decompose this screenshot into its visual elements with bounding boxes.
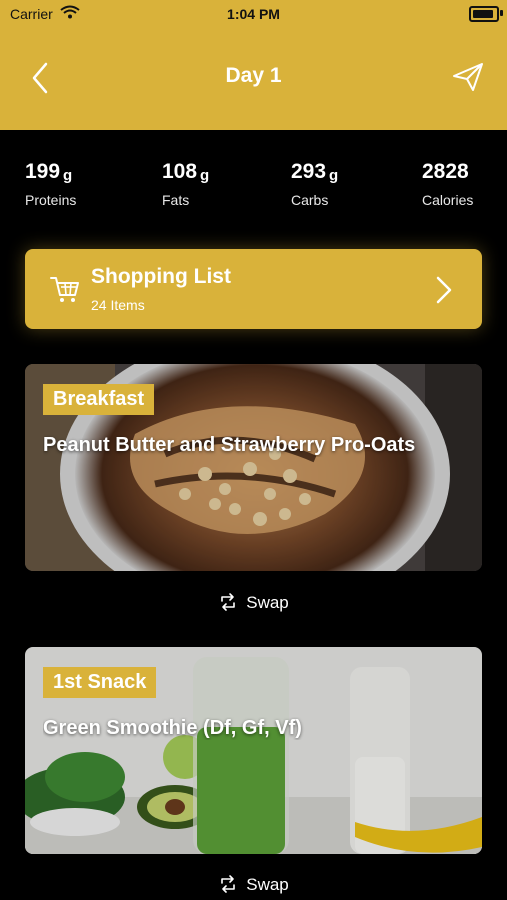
macro-label: Calories — [422, 192, 474, 208]
swap-button-breakfast[interactable]: Swap — [0, 592, 507, 613]
shopping-item-count: 24 Items — [91, 297, 145, 313]
macro-unit: g — [63, 167, 73, 184]
macro-unit: g — [200, 167, 210, 184]
shopping-list-title: Shopping List — [91, 265, 231, 288]
swap-label: Swap — [246, 593, 289, 612]
battery-icon — [469, 6, 499, 22]
meal-name: Green Smoothie (Df, Gf, Vf) — [43, 717, 302, 739]
nav-bar: Day 1 — [0, 30, 507, 130]
swap-icon — [221, 875, 236, 893]
macro-label: Fats — [162, 192, 190, 208]
meal-name: Peanut Butter and Strawberry Pro-Oats — [43, 434, 416, 456]
macro-value: 293 — [291, 160, 327, 183]
meal-card-snack[interactable]: 1st Snack Green Smoothie (Df, Gf, Vf) — [25, 647, 482, 854]
page-title: Day 1 — [225, 64, 282, 87]
macro-calories: 2828 Calories — [422, 160, 473, 208]
shopping-cart-icon — [50, 277, 79, 302]
macro-fats: 108 g Fats — [162, 160, 209, 208]
status-bar: Carrier 1:04 PM — [0, 0, 507, 30]
meal-type-tag: 1st Snack — [43, 667, 157, 698]
macro-value: 2828 — [422, 160, 469, 183]
macro-proteins: 199 g Proteins — [25, 160, 76, 208]
meal-type-tag: Breakfast — [43, 384, 155, 415]
macros-summary: 199 g Proteins 108 g Fats 293 g Carbs 2828 … — [0, 160, 507, 220]
battery-cap — [500, 10, 503, 16]
clock-time: 1:04 PM — [227, 6, 280, 22]
macro-label: Proteins — [25, 192, 77, 208]
swap-button-snack[interactable]: Swap — [0, 874, 507, 895]
macro-value: 199 — [25, 160, 61, 183]
macro-carbs: 293 g Carbs — [291, 160, 338, 208]
swap-label: Swap — [246, 875, 289, 894]
swap-icon — [221, 593, 236, 611]
macro-unit: g — [329, 167, 339, 184]
send-icon[interactable] — [451, 60, 485, 94]
chevron-right-icon — [436, 276, 452, 304]
shopping-list-button[interactable]: Shopping List 24 Items — [25, 249, 482, 329]
macro-value: 108 — [162, 160, 198, 183]
meal-card-breakfast[interactable]: Breakfast Peanut Butter and Strawberry P… — [25, 364, 482, 571]
macro-label: Carbs — [291, 192, 329, 208]
